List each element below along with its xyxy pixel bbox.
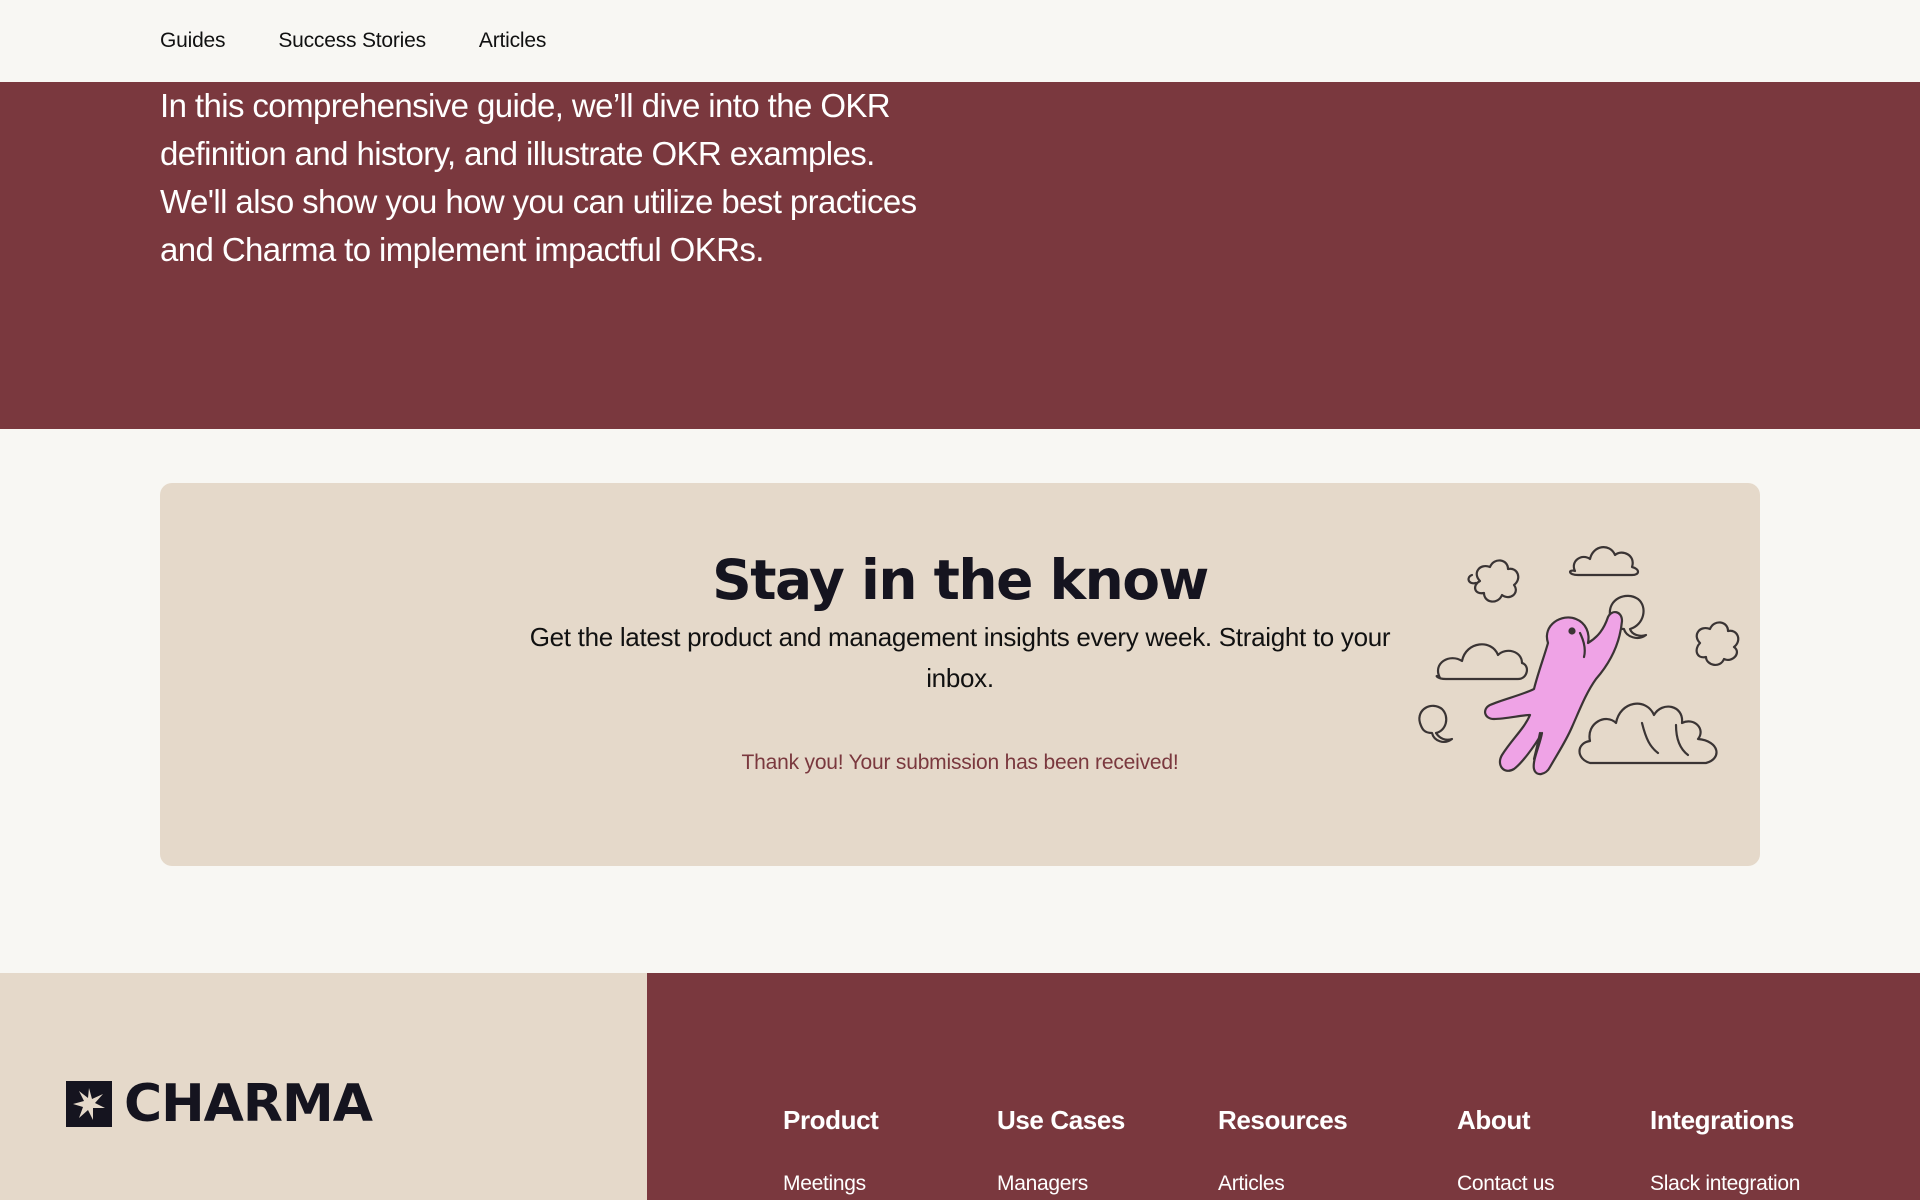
- logo-wordmark: CHARMA: [124, 1074, 373, 1134]
- footer-heading-integrations: Integrations: [1650, 1105, 1794, 1135]
- charma-logo[interactable]: CHARMA: [66, 1074, 373, 1134]
- footer-links-panel: Product Meetings Use Cases Managers Reso…: [647, 973, 1920, 1200]
- nav-success-stories-link[interactable]: Success Stories: [278, 29, 426, 53]
- footer-link-slack-integration[interactable]: Slack integration: [1650, 1172, 1800, 1196]
- footer-link-meetings[interactable]: Meetings: [783, 1172, 878, 1196]
- hero-intro-text: In this comprehensive guide, we’ll dive …: [160, 87, 917, 268]
- nav-articles-link[interactable]: Articles: [479, 29, 546, 53]
- floating-figure-with-clouds-illustration: [1418, 546, 1740, 776]
- footer-col-about: About Contact us: [1457, 1105, 1555, 1196]
- footer-col-resources: Resources Articles: [1218, 1105, 1348, 1196]
- top-nav: Guides Success Stories Articles: [0, 0, 1920, 82]
- footer-heading-product: Product: [783, 1105, 879, 1135]
- footer-link-articles[interactable]: Articles: [1218, 1172, 1347, 1196]
- hero-section: In this comprehensive guide, we’ll dive …: [0, 82, 1920, 429]
- newsletter-subtitle: Get the latest product and management in…: [529, 622, 1391, 693]
- footer-brand-panel: CHARMA: [0, 973, 647, 1200]
- footer-heading-use-cases: Use Cases: [997, 1105, 1125, 1135]
- footer-link-contact-us[interactable]: Contact us: [1457, 1172, 1555, 1196]
- footer-link-managers[interactable]: Managers: [997, 1172, 1125, 1196]
- footer-col-integrations: Integrations Slack integration: [1650, 1105, 1800, 1196]
- footer-col-use-cases: Use Cases Managers: [997, 1105, 1125, 1196]
- footer-heading-resources: Resources: [1218, 1105, 1348, 1135]
- footer-col-product: Product Meetings: [783, 1105, 879, 1196]
- footer-heading-about: About: [1457, 1105, 1531, 1135]
- asterisk-star-icon: [66, 1081, 112, 1127]
- newsletter-card: Stay in the know Get the latest product …: [160, 483, 1760, 866]
- nav-guides-link[interactable]: Guides: [160, 29, 226, 53]
